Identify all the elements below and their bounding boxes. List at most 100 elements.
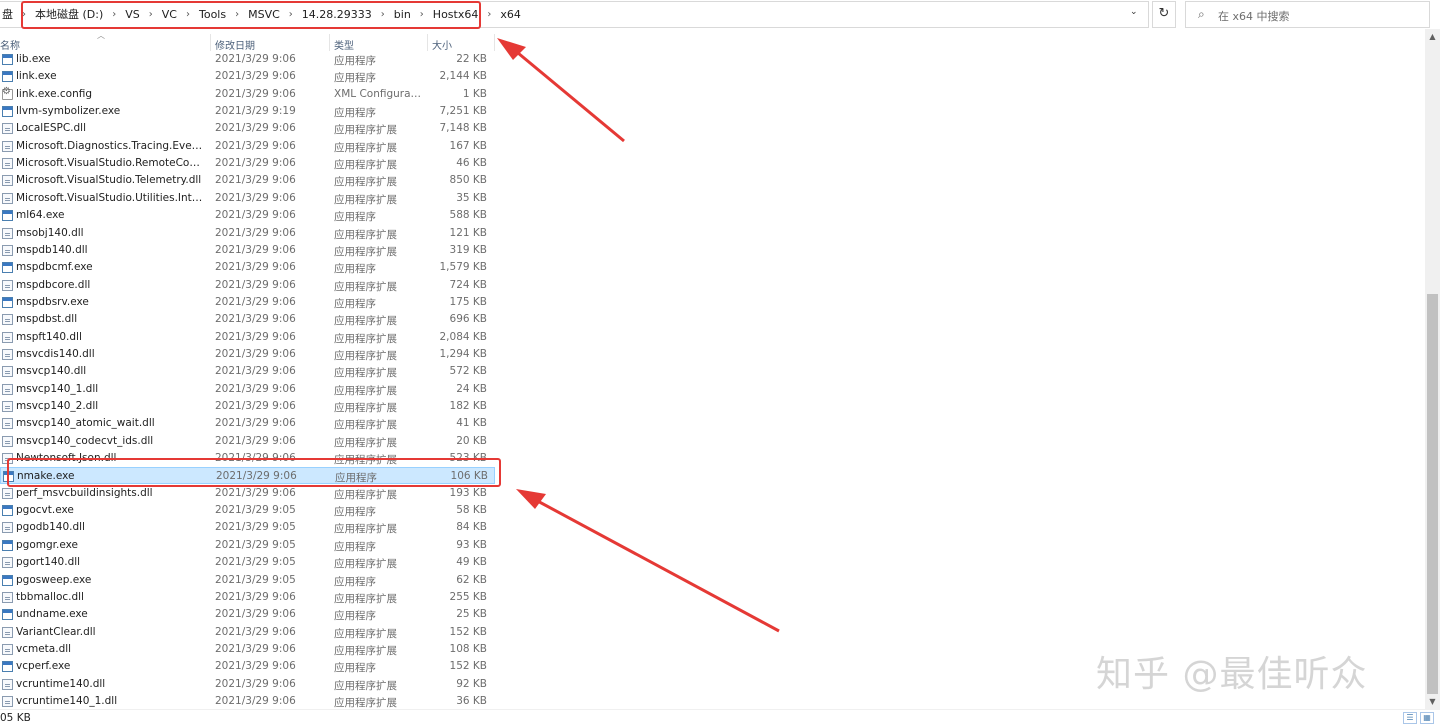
file-name: mspdbsrv.exe	[16, 295, 89, 308]
file-size: 84 KB	[456, 521, 487, 534]
file-type: 应用程序扩展	[334, 488, 397, 501]
file-date: 2021/3/29 9:06	[215, 347, 296, 360]
file-row[interactable]: tbbmalloc.dll 2021/3/29 9:06 应用程序扩展 255 KB	[0, 589, 495, 606]
file-row[interactable]: perf_msvcbuildinsights.dll 2021/3/29 9:06…	[0, 485, 495, 502]
file-name: lib.exe	[16, 53, 51, 65]
file-row[interactable]: mspdbst.dll 2021/3/29 9:06 应用程序扩展 696 KB	[0, 311, 495, 328]
file-date: 2021/3/29 9:06	[215, 87, 296, 100]
file-type: 应用程序	[334, 575, 376, 588]
file-row[interactable]: link.exe 2021/3/29 9:06 应用程序 2,144 KB	[0, 68, 495, 85]
dll-file-icon	[2, 366, 13, 378]
file-date: 2021/3/29 9:06	[215, 174, 296, 187]
file-row[interactable]: Microsoft.VisualStudio.Telemetry.dll 2021…	[0, 172, 495, 189]
column-header-date[interactable]: 修改日期	[215, 37, 255, 52]
file-row[interactable]: msvcp140_1.dll 2021/3/29 9:06 应用程序扩展 24 KB	[0, 381, 495, 398]
file-row[interactable]: ml64.exe 2021/3/29 9:06 应用程序 588 KB	[0, 207, 495, 224]
file-row[interactable]: vcperf.exe 2021/3/29 9:06 应用程序 152 KB	[0, 658, 495, 675]
file-name: msvcp140_2.dll	[16, 400, 99, 412]
column-divider[interactable]	[494, 34, 495, 51]
file-row[interactable]: msvcp140_2.dll 2021/3/29 9:06 应用程序扩展 182 KB	[0, 398, 495, 415]
file-row[interactable]: vcmeta.dll 2021/3/29 9:06 应用程序扩展 108 KB	[0, 641, 495, 658]
refresh-button[interactable]: ↻	[1152, 1, 1176, 28]
file-size: 1 KB	[462, 87, 487, 100]
executable-file-icon	[2, 505, 13, 517]
executable-file-icon	[2, 54, 13, 65]
file-row[interactable]: msvcp140_atomic_wait.dll 2021/3/29 9:06 应用…	[0, 415, 495, 432]
file-name: pgort140.dll	[16, 556, 81, 569]
file-row[interactable]: link.exe.config 2021/3/29 9:06 XML Configu…	[0, 86, 495, 103]
file-row[interactable]: pgort140.dll 2021/3/29 9:05 应用程序扩展 49 KB	[0, 554, 495, 571]
file-name: msvcp140_atomic_wait.dll	[16, 417, 155, 430]
file-row[interactable]: Microsoft.VisualStudio.Utilities.Intern.…	[0, 190, 495, 207]
file-row[interactable]: lib.exe 2021/3/29 9:06 应用程序 22 KB	[0, 51, 495, 68]
breadcrumb-item[interactable]: 盘	[0, 6, 15, 22]
file-row[interactable]: msvcdis140.dll 2021/3/29 9:06 应用程序扩展 1,294 …	[0, 346, 495, 363]
address-bar-region: 盘 › 本地磁盘 (D:) › VS › VC › Tools › MSVC › 14.28.29333…	[0, 0, 1440, 29]
dll-file-icon	[2, 348, 13, 360]
file-row[interactable]: VariantClear.dll 2021/3/29 9:06 应用程序扩展 152 …	[0, 624, 495, 641]
dll-file-icon	[2, 695, 13, 707]
file-type: 应用程序	[334, 263, 376, 276]
file-row[interactable]: LocalESPC.dll 2021/3/29 9:06 应用程序扩展 7,148 K…	[0, 120, 495, 137]
file-date: 2021/3/29 9:06	[215, 608, 296, 621]
file-row[interactable]: vcruntime140_1.dll 2021/3/29 9:06 应用程序扩展 36…	[0, 693, 495, 709]
file-size: 2,144 KB	[439, 70, 488, 83]
dll-file-icon	[2, 557, 13, 569]
file-size: 588 KB	[449, 209, 487, 222]
file-row[interactable]: mspdbcmf.exe 2021/3/29 9:06 应用程序 1,579 KB	[0, 259, 495, 276]
file-type: 应用程序扩展	[334, 436, 397, 449]
file-row[interactable]: pgomgr.exe 2021/3/29 9:05 应用程序 93 KB	[0, 537, 495, 554]
address-history-dropdown-icon[interactable]: ⌄	[1130, 7, 1138, 17]
search-box[interactable]: ⌕ 在 x64 中搜索	[1185, 1, 1430, 28]
column-divider[interactable]	[427, 34, 428, 51]
watermark-logo: 知乎 @最佳听众	[1096, 654, 1368, 695]
file-row[interactable]: Microsoft.VisualStudio.RemoteContr... 202…	[0, 155, 495, 172]
column-header-name[interactable]: 名称	[0, 37, 20, 52]
file-row[interactable]: Microsoft.Diagnostics.Tracing.EventS... 2…	[0, 138, 495, 155]
file-date: 2021/3/29 9:05	[215, 504, 296, 517]
file-row[interactable]: pgodb140.dll 2021/3/29 9:05 应用程序扩展 84 KB	[0, 519, 495, 536]
column-divider[interactable]	[329, 34, 330, 51]
breadcrumb-item[interactable]: x64	[498, 8, 523, 21]
column-header-type[interactable]: 类型	[334, 37, 354, 52]
file-row[interactable]: msvcp140.dll 2021/3/29 9:06 应用程序扩展 572 KB	[0, 363, 495, 380]
executable-file-icon	[2, 574, 13, 586]
file-row[interactable]: vcruntime140.dll 2021/3/29 9:06 应用程序扩展 92 K…	[0, 676, 495, 693]
file-row[interactable]: pgocvt.exe 2021/3/29 9:05 应用程序 58 KB	[0, 502, 495, 519]
file-size: 58 KB	[456, 504, 487, 517]
file-name: pgomgr.exe	[16, 538, 78, 551]
file-date: 2021/3/29 9:06	[215, 382, 296, 395]
file-row[interactable]: undname.exe 2021/3/29 9:06 应用程序 25 KB	[0, 606, 495, 623]
scroll-down-icon[interactable]: ▼	[1425, 694, 1440, 709]
file-row[interactable]: pgosweep.exe 2021/3/29 9:05 应用程序 62 KB	[0, 572, 495, 589]
column-divider[interactable]	[210, 34, 211, 51]
breadcrumb-separator-icon[interactable]: ›	[480, 9, 498, 20]
file-row[interactable]: mspft140.dll 2021/3/29 9:06 应用程序扩展 2,084 KB	[0, 329, 495, 346]
file-size: 92 KB	[456, 677, 487, 690]
file-row[interactable]: mspdbcore.dll 2021/3/29 9:06 应用程序扩展 724 KB	[0, 277, 495, 294]
file-type: 应用程序扩展	[334, 367, 397, 380]
file-row[interactable]: mspdbsrv.exe 2021/3/29 9:06 应用程序 175 KB	[0, 294, 495, 311]
column-header-size[interactable]: 大小	[432, 37, 452, 52]
large-icons-view-icon[interactable]: ▦	[1420, 712, 1434, 724]
dll-file-icon	[2, 279, 13, 291]
file-name: msvcdis140.dll	[16, 347, 95, 360]
file-size: 182 KB	[449, 400, 487, 412]
scroll-up-icon[interactable]: ▲	[1425, 29, 1440, 44]
vertical-scrollbar[interactable]: ▲ ▼	[1425, 29, 1440, 709]
file-size: 696 KB	[449, 313, 487, 326]
executable-file-icon	[2, 609, 13, 621]
file-type: 应用程序扩展	[334, 592, 397, 605]
file-row[interactable]: mspdb140.dll 2021/3/29 9:06 应用程序扩展 319 KB	[0, 242, 495, 259]
file-date: 2021/3/29 9:05	[215, 521, 296, 534]
file-date: 2021/3/29 9:06	[215, 642, 296, 655]
file-row[interactable]: llvm-symbolizer.exe 2021/3/29 9:19 应用程序 7,2…	[0, 103, 495, 120]
file-name: pgodb140.dll	[16, 521, 85, 534]
column-header-row: ︿ 名称 修改日期 类型 大小	[0, 31, 1425, 52]
file-row[interactable]: msvcp140_codecvt_ids.dll 2021/3/29 9:06 应用…	[0, 433, 495, 450]
scrollbar-thumb[interactable]	[1427, 294, 1438, 694]
details-view-icon[interactable]: ☰	[1403, 712, 1417, 724]
dll-file-icon	[2, 383, 13, 395]
selected-row-highlight-box	[7, 458, 501, 487]
file-row[interactable]: msobj140.dll 2021/3/29 9:06 应用程序扩展 121 KB	[0, 225, 495, 242]
